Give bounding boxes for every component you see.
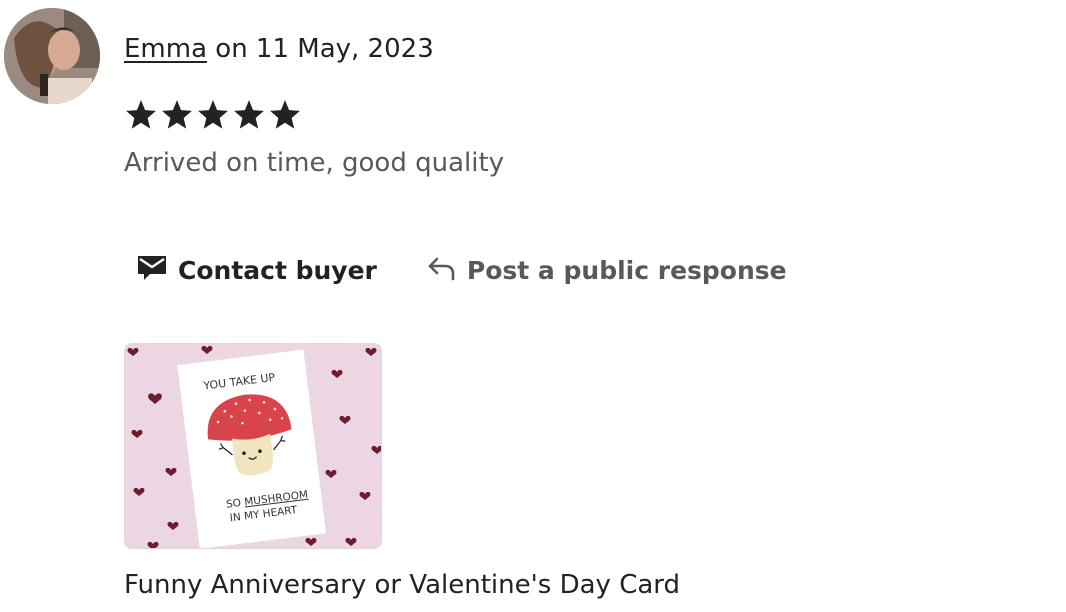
reviewer-name-link[interactable]: Emma xyxy=(124,34,207,64)
post-public-response-button[interactable]: Post a public response xyxy=(427,253,787,287)
contact-buyer-label: Contact buyer xyxy=(178,255,377,285)
contact-buyer-button[interactable]: Contact buyer xyxy=(136,252,377,288)
product-thumbnail[interactable]: YOU TAKE UP SO MUSHROOM IN MY HEART xyxy=(124,343,382,549)
star-icon xyxy=(270,100,300,129)
star-icon xyxy=(234,100,264,129)
post-public-response-label: Post a public response xyxy=(466,255,787,285)
star-icon xyxy=(162,100,192,129)
product-title-link[interactable]: Funny Anniversary or Valentine's Day Car… xyxy=(124,568,680,602)
avatar-photo xyxy=(4,8,100,104)
review-header: Emma on 11 May, 2023 xyxy=(124,32,434,66)
avatar[interactable] xyxy=(4,8,100,104)
greeting-card: YOU TAKE UP SO MUSHROOM IN MY HEART xyxy=(176,348,328,548)
star-icon xyxy=(126,100,156,129)
review-text: Arrived on time, good quality xyxy=(124,148,505,178)
star-icon xyxy=(198,100,228,129)
review-actions: Contact buyer Post a public response xyxy=(136,252,787,288)
review-date: on 11 May, 2023 xyxy=(215,34,434,64)
envelope-icon xyxy=(136,252,168,288)
review-card: Emma on 11 May, 2023 Arrived on time, go… xyxy=(0,0,1066,612)
star-rating xyxy=(124,98,302,132)
reply-arrow-icon xyxy=(427,253,457,287)
